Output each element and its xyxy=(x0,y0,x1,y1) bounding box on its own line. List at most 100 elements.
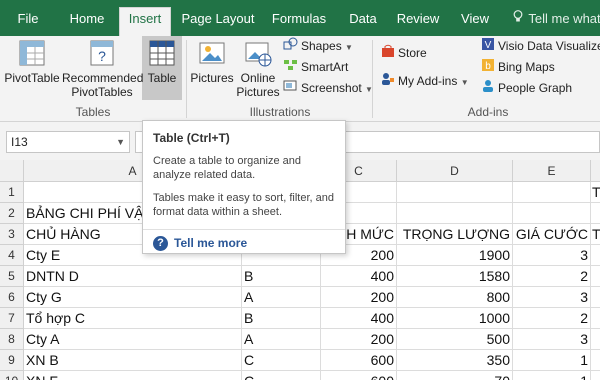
cell-f7[interactable] xyxy=(591,308,600,329)
row-header[interactable]: 2 xyxy=(0,203,24,224)
cell-f10[interactable] xyxy=(591,371,600,380)
visio-data-visualizer-button[interactable]: V Visio Data Visualizer xyxy=(481,37,600,56)
lightbulb-icon xyxy=(511,8,525,30)
table-label: Table xyxy=(147,71,177,85)
tab-formulas[interactable]: Formulas xyxy=(269,8,329,36)
cell-a10[interactable]: XN F xyxy=(24,371,242,380)
svg-text:?: ? xyxy=(98,48,106,64)
recommended-pivottables-icon: ? xyxy=(87,38,117,68)
cell-f6[interactable] xyxy=(591,287,600,308)
cell-b6[interactable]: A xyxy=(242,287,321,308)
shapes-icon xyxy=(283,37,298,56)
cell-e2[interactable] xyxy=(513,203,591,224)
cell-a7[interactable]: Tổ hợp C xyxy=(24,308,242,329)
cell-c8[interactable]: 200 xyxy=(321,329,397,350)
tab-insert[interactable]: Insert xyxy=(119,7,171,37)
cell-f1[interactable]: T xyxy=(591,182,600,203)
cell-e5[interactable]: 2 xyxy=(513,266,591,287)
cell-d8[interactable]: 500 xyxy=(397,329,513,350)
row-header[interactable]: 9 xyxy=(0,350,24,371)
cell-e3[interactable]: GIÁ CƯỚC xyxy=(513,224,591,245)
cell-f5[interactable] xyxy=(591,266,600,287)
recommended-pivottables-button[interactable]: ? Recommended PivotTables xyxy=(62,38,143,99)
cell-e10[interactable]: 1 xyxy=(513,371,591,380)
cell-d7[interactable]: 1000 xyxy=(397,308,513,329)
cell-c9[interactable]: 600 xyxy=(321,350,397,371)
cell-f4[interactable] xyxy=(591,245,600,266)
tell-me-text: Tell me what y xyxy=(528,11,600,26)
cell-b7[interactable]: B xyxy=(242,308,321,329)
cell-e4[interactable]: 3 xyxy=(513,245,591,266)
cell-a8[interactable]: Cty A xyxy=(24,329,242,350)
column-header-f[interactable] xyxy=(591,160,600,182)
row-header[interactable]: 4 xyxy=(0,245,24,266)
bing-maps-button[interactable]: b Bing Maps xyxy=(481,58,555,77)
cell-f9[interactable] xyxy=(591,350,600,371)
name-box-dropdown-icon[interactable]: ▼ xyxy=(116,132,125,152)
cell-c5[interactable]: 400 xyxy=(321,266,397,287)
pivottable-button[interactable]: PivotTable xyxy=(4,38,60,85)
cell-b8[interactable]: A xyxy=(242,329,321,350)
shapes-button[interactable]: Shapes ▼ xyxy=(283,37,353,57)
cell-b5[interactable]: B xyxy=(242,266,321,287)
screenshot-button[interactable]: Screenshot ▼ xyxy=(283,79,373,99)
cell-b9[interactable]: C xyxy=(242,350,321,371)
cell-a5[interactable]: DNTN D xyxy=(24,266,242,287)
store-icon xyxy=(381,44,395,63)
cell-d4[interactable]: 1900 xyxy=(397,245,513,266)
cell-e7[interactable]: 2 xyxy=(513,308,591,329)
select-all-corner[interactable] xyxy=(0,160,24,182)
tell-me-more-link[interactable]: ? Tell me more xyxy=(143,229,345,252)
table-tooltip: Table (Ctrl+T) Create a table to organiz… xyxy=(142,120,346,254)
group-separator xyxy=(372,40,373,118)
cell-d3[interactable]: TRỌNG LƯỢNG xyxy=(397,224,513,245)
tab-file[interactable]: File xyxy=(8,8,48,36)
tell-me-box[interactable]: Tell me what y xyxy=(511,8,600,30)
ribbon: PivotTable ? Recommended PivotTables Tab… xyxy=(0,36,600,122)
tab-home[interactable]: Home xyxy=(64,8,110,36)
people-graph-button[interactable]: People Graph xyxy=(481,79,572,98)
row-header[interactable]: 1 xyxy=(0,182,24,203)
cell-d1[interactable] xyxy=(397,182,513,203)
cell-a6[interactable]: Cty G xyxy=(24,287,242,308)
cell-f3[interactable]: T xyxy=(591,224,600,245)
row-header[interactable]: 6 xyxy=(0,287,24,308)
cell-c10[interactable]: 600 xyxy=(321,371,397,380)
recommended-label-2: PivotTables xyxy=(71,85,133,99)
my-addins-button[interactable]: My Add-ins ▼ xyxy=(381,72,469,92)
row-header[interactable]: 3 xyxy=(0,224,24,245)
column-header-d[interactable]: D xyxy=(397,160,513,182)
cell-d5[interactable]: 1580 xyxy=(397,266,513,287)
cell-f8[interactable] xyxy=(591,329,600,350)
cell-e1[interactable] xyxy=(513,182,591,203)
row-header[interactable]: 10 xyxy=(0,371,24,380)
help-icon: ? xyxy=(153,236,168,252)
table-button[interactable]: Table xyxy=(142,38,182,85)
tab-page-layout[interactable]: Page Layout xyxy=(181,8,255,36)
cell-d2[interactable] xyxy=(397,203,513,224)
cell-c6[interactable]: 200 xyxy=(321,287,397,308)
cell-f2[interactable] xyxy=(591,203,600,224)
tab-data[interactable]: Data xyxy=(343,8,383,36)
cell-e8[interactable]: 3 xyxy=(513,329,591,350)
column-header-e[interactable]: E xyxy=(513,160,591,182)
cell-d9[interactable]: 350 xyxy=(397,350,513,371)
cell-d6[interactable]: 800 xyxy=(397,287,513,308)
row-header[interactable]: 5 xyxy=(0,266,24,287)
pictures-button[interactable]: Pictures xyxy=(190,38,234,85)
smartart-button[interactable]: SmartArt xyxy=(283,58,348,77)
svg-text:V: V xyxy=(485,40,492,51)
store-button[interactable]: Store xyxy=(381,44,427,63)
name-box[interactable]: I13 ▼ xyxy=(6,131,130,153)
cell-e6[interactable]: 3 xyxy=(513,287,591,308)
cell-e9[interactable]: 1 xyxy=(513,350,591,371)
cell-b10[interactable]: C xyxy=(242,371,321,380)
cell-a9[interactable]: XN B xyxy=(24,350,242,371)
tab-view[interactable]: View xyxy=(456,8,494,36)
tab-review[interactable]: Review xyxy=(394,8,442,36)
cell-c7[interactable]: 400 xyxy=(321,308,397,329)
row-header[interactable]: 7 xyxy=(0,308,24,329)
online-pictures-button[interactable]: Online Pictures xyxy=(236,38,280,99)
row-header[interactable]: 8 xyxy=(0,329,24,350)
cell-d10[interactable]: 70 xyxy=(397,371,513,380)
